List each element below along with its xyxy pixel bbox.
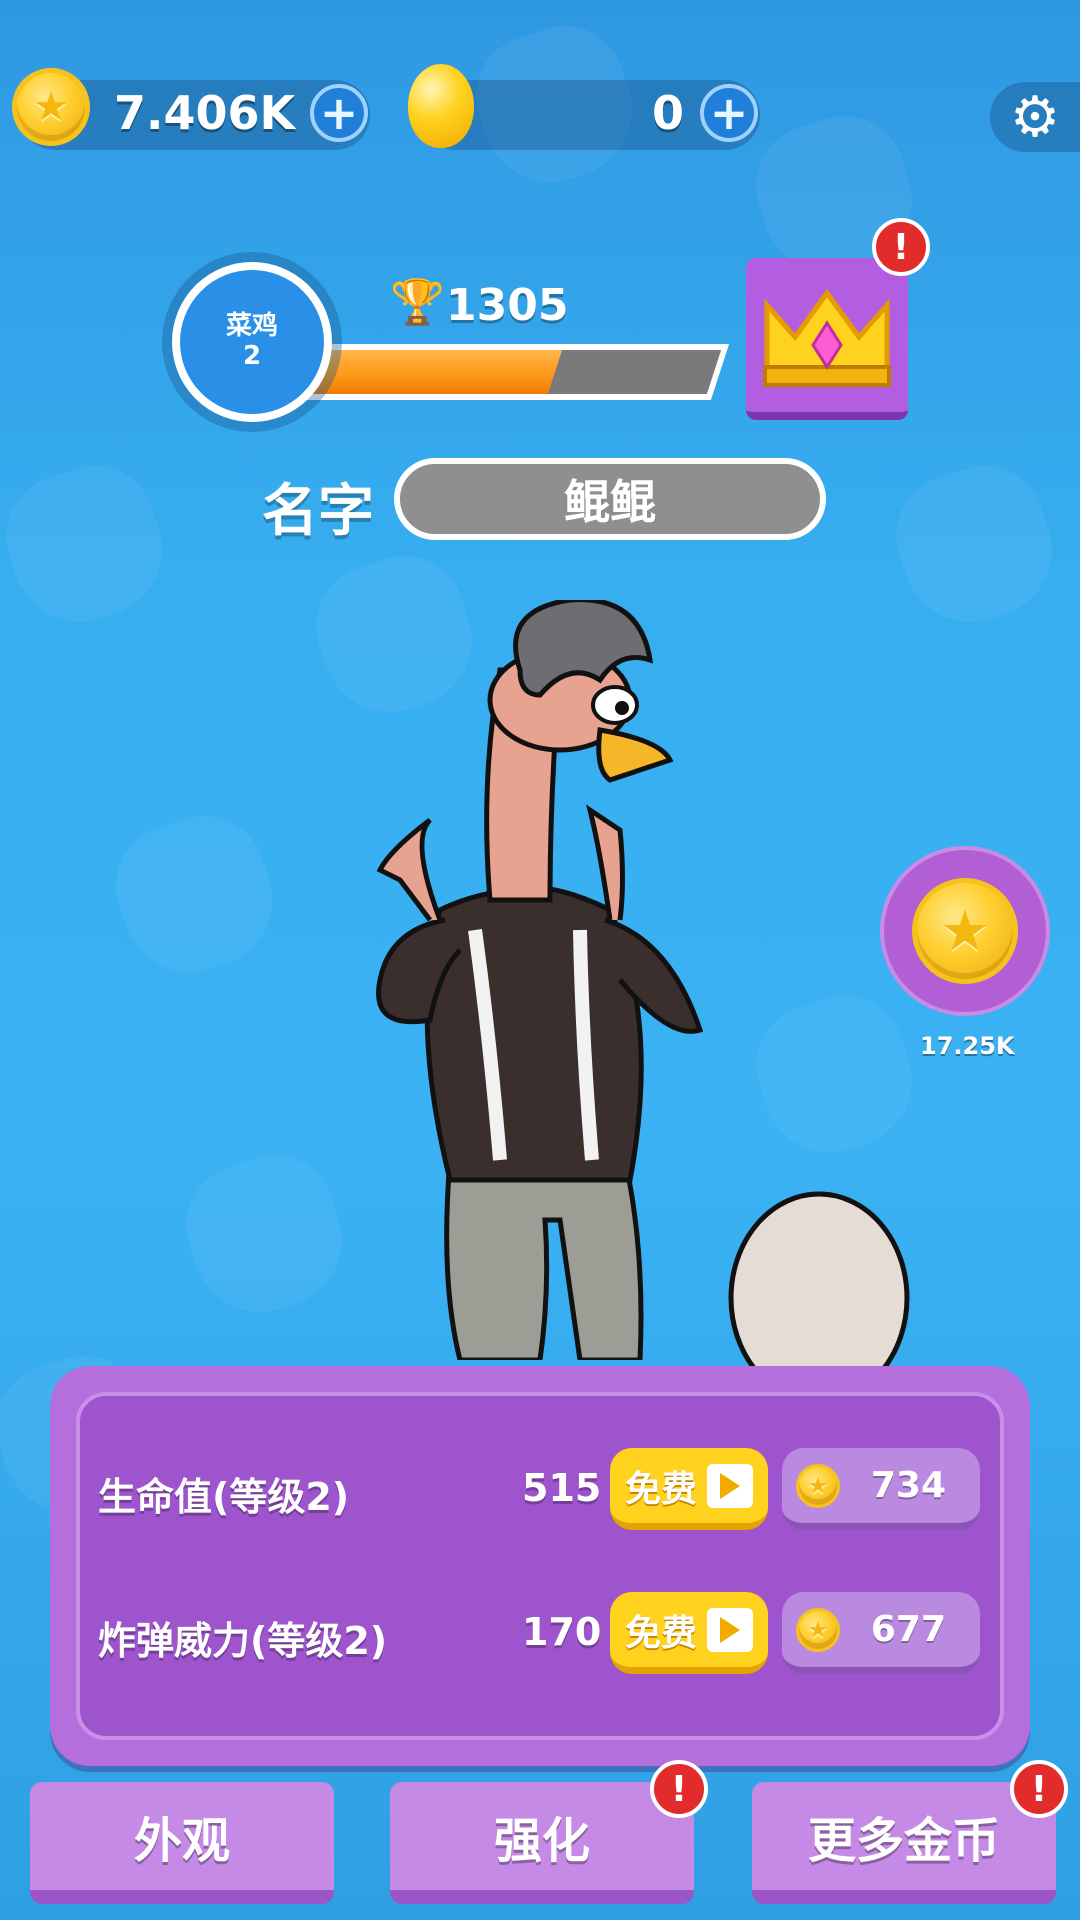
coin-reward-amount: 17.25K bbox=[920, 1032, 1015, 1060]
trophy-count: 1305 bbox=[446, 280, 569, 331]
free-label: 免费 bbox=[624, 1468, 697, 1510]
rank-title: 菜鸡 bbox=[225, 311, 278, 342]
xp-progress-bar bbox=[280, 344, 730, 400]
bomb-upgrade-value: 170 bbox=[522, 1610, 602, 1654]
hp-upgrade-value: 515 bbox=[522, 1466, 602, 1510]
hp-coin-upgrade-button[interactable]: ★ 734 bbox=[782, 1448, 980, 1530]
star-coin-icon: ★ bbox=[796, 1608, 840, 1652]
hp-upgrade-cost: 734 bbox=[870, 1465, 946, 1506]
star-coin-icon: ★ bbox=[912, 878, 1018, 984]
coin-amount: 7.406K bbox=[114, 86, 296, 140]
star-coin-icon: ★ bbox=[796, 1464, 840, 1508]
crown-rewards-button[interactable] bbox=[746, 258, 908, 420]
exclamation-icon: ! bbox=[1010, 1760, 1068, 1818]
trophy-icon: 🏆 bbox=[390, 277, 445, 328]
play-video-icon bbox=[707, 1463, 753, 1508]
strengthen-tab-button[interactable]: 强化 bbox=[390, 1782, 694, 1904]
gem-amount: 0 bbox=[652, 86, 685, 140]
gold-egg-icon bbox=[408, 64, 474, 148]
hp-upgrade-label: 生命值(等级2) bbox=[98, 1475, 350, 1519]
gear-icon: ⚙ bbox=[1009, 84, 1061, 150]
bomb-free-upgrade-button[interactable]: 免费 bbox=[610, 1592, 768, 1674]
name-label: 名字 bbox=[262, 479, 374, 544]
hp-free-upgrade-button[interactable]: 免费 bbox=[610, 1448, 768, 1530]
bomb-upgrade-cost: 677 bbox=[870, 1609, 946, 1650]
upgrade-panel bbox=[50, 1366, 1030, 1766]
rank-badge[interactable]: 菜鸡 2 bbox=[172, 262, 332, 422]
bomb-upgrade-label: 炸弹威力(等级2) bbox=[98, 1619, 388, 1663]
upgrade-panel-inner bbox=[76, 1392, 1004, 1740]
exclamation-icon: ! bbox=[650, 1760, 708, 1818]
free-label: 免费 bbox=[624, 1612, 697, 1654]
more-coins-tab-button[interactable]: 更多金币 bbox=[752, 1782, 1056, 1904]
play-video-icon bbox=[707, 1607, 753, 1652]
rank-level: 2 bbox=[242, 341, 262, 371]
chicken-character bbox=[376, 600, 704, 1360]
name-field[interactable]: 鲲鲲 bbox=[394, 458, 826, 540]
exclamation-icon: ! bbox=[872, 218, 930, 276]
add-coins-button[interactable]: + bbox=[310, 84, 368, 142]
appearance-tab-button[interactable]: 外观 bbox=[30, 1782, 334, 1904]
egg-illustration bbox=[728, 1191, 910, 1368]
star-coin-icon: ★ bbox=[12, 68, 90, 146]
settings-button[interactable]: ⚙ bbox=[990, 82, 1080, 152]
bomb-coin-upgrade-button[interactable]: ★ 677 bbox=[782, 1592, 980, 1674]
crown-icon bbox=[763, 288, 891, 387]
add-gems-button[interactable]: + bbox=[700, 84, 758, 142]
